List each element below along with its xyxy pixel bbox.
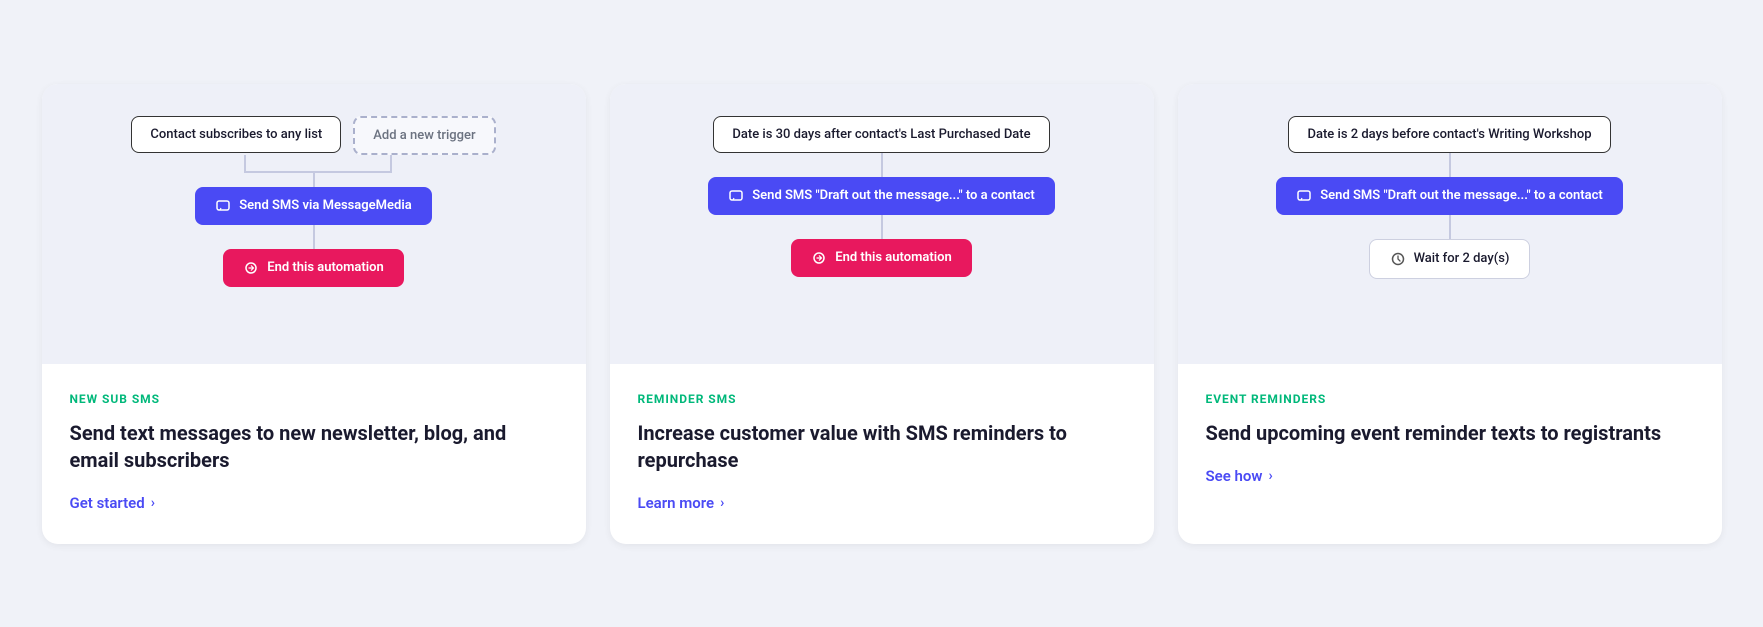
- card-event-reminders: Date is 2 days before contact's Writing …: [1178, 84, 1722, 544]
- end-icon-2: [811, 250, 827, 266]
- card-content-2: REMINDER SMS Increase customer value wit…: [610, 364, 1154, 544]
- card-link-2[interactable]: Learn more ›: [638, 494, 1126, 512]
- card-link-1[interactable]: Get started ›: [70, 494, 558, 512]
- card-diagram-3: Date is 2 days before contact's Writing …: [1178, 84, 1722, 364]
- trigger-box-3: Date is 2 days before contact's Writing …: [1288, 116, 1610, 153]
- card-title-1: Send text messages to new newsletter, bl…: [70, 420, 558, 474]
- card-content-3: EVENT REMINDERS Send upcoming event remi…: [1178, 364, 1722, 517]
- clock-icon-3: [1390, 251, 1406, 267]
- action-box-end-2: End this automation: [791, 239, 972, 277]
- sms-icon-2: [728, 188, 744, 204]
- cards-container: Contact subscribes to any list Add a new…: [42, 84, 1722, 544]
- card-content-1: NEW SUB SMS Send text messages to new ne…: [42, 364, 586, 544]
- card-link-3[interactable]: See how ›: [1206, 467, 1694, 485]
- card-title-3: Send upcoming event reminder texts to re…: [1206, 420, 1694, 447]
- action-box-sms-2: Send SMS "Draft out the message..." to a…: [708, 177, 1054, 215]
- card-category-3: EVENT REMINDERS: [1206, 392, 1694, 406]
- end-icon-1: [243, 260, 259, 276]
- action-box-end-1: End this automation: [223, 249, 404, 287]
- action-box-sms-1: Send SMS via MessageMedia: [195, 187, 431, 225]
- trigger-box-2: Date is 30 days after contact's Last Pur…: [713, 116, 1049, 153]
- card-title-2: Increase customer value with SMS reminde…: [638, 420, 1126, 474]
- sms-icon-3: [1296, 188, 1312, 204]
- trigger-box-1: Contact subscribes to any list: [131, 116, 341, 153]
- chevron-icon-3: ›: [1268, 468, 1272, 484]
- card-diagram-1: Contact subscribes to any list Add a new…: [42, 84, 586, 364]
- card-new-sub-sms: Contact subscribes to any list Add a new…: [42, 84, 586, 544]
- chevron-icon-2: ›: [720, 495, 724, 511]
- card-category-2: REMINDER SMS: [638, 392, 1126, 406]
- action-box-sms-3: Send SMS "Draft out the message..." to a…: [1276, 177, 1622, 215]
- sms-icon-1: [215, 198, 231, 214]
- action-box-wait-3: Wait for 2 day(s): [1369, 239, 1531, 279]
- card-category-1: NEW SUB SMS: [70, 392, 558, 406]
- card-diagram-2: Date is 30 days after contact's Last Pur…: [610, 84, 1154, 364]
- chevron-icon-1: ›: [151, 495, 155, 511]
- trigger-box-dashed-1[interactable]: Add a new trigger: [353, 116, 495, 155]
- card-reminder-sms: Date is 30 days after contact's Last Pur…: [610, 84, 1154, 544]
